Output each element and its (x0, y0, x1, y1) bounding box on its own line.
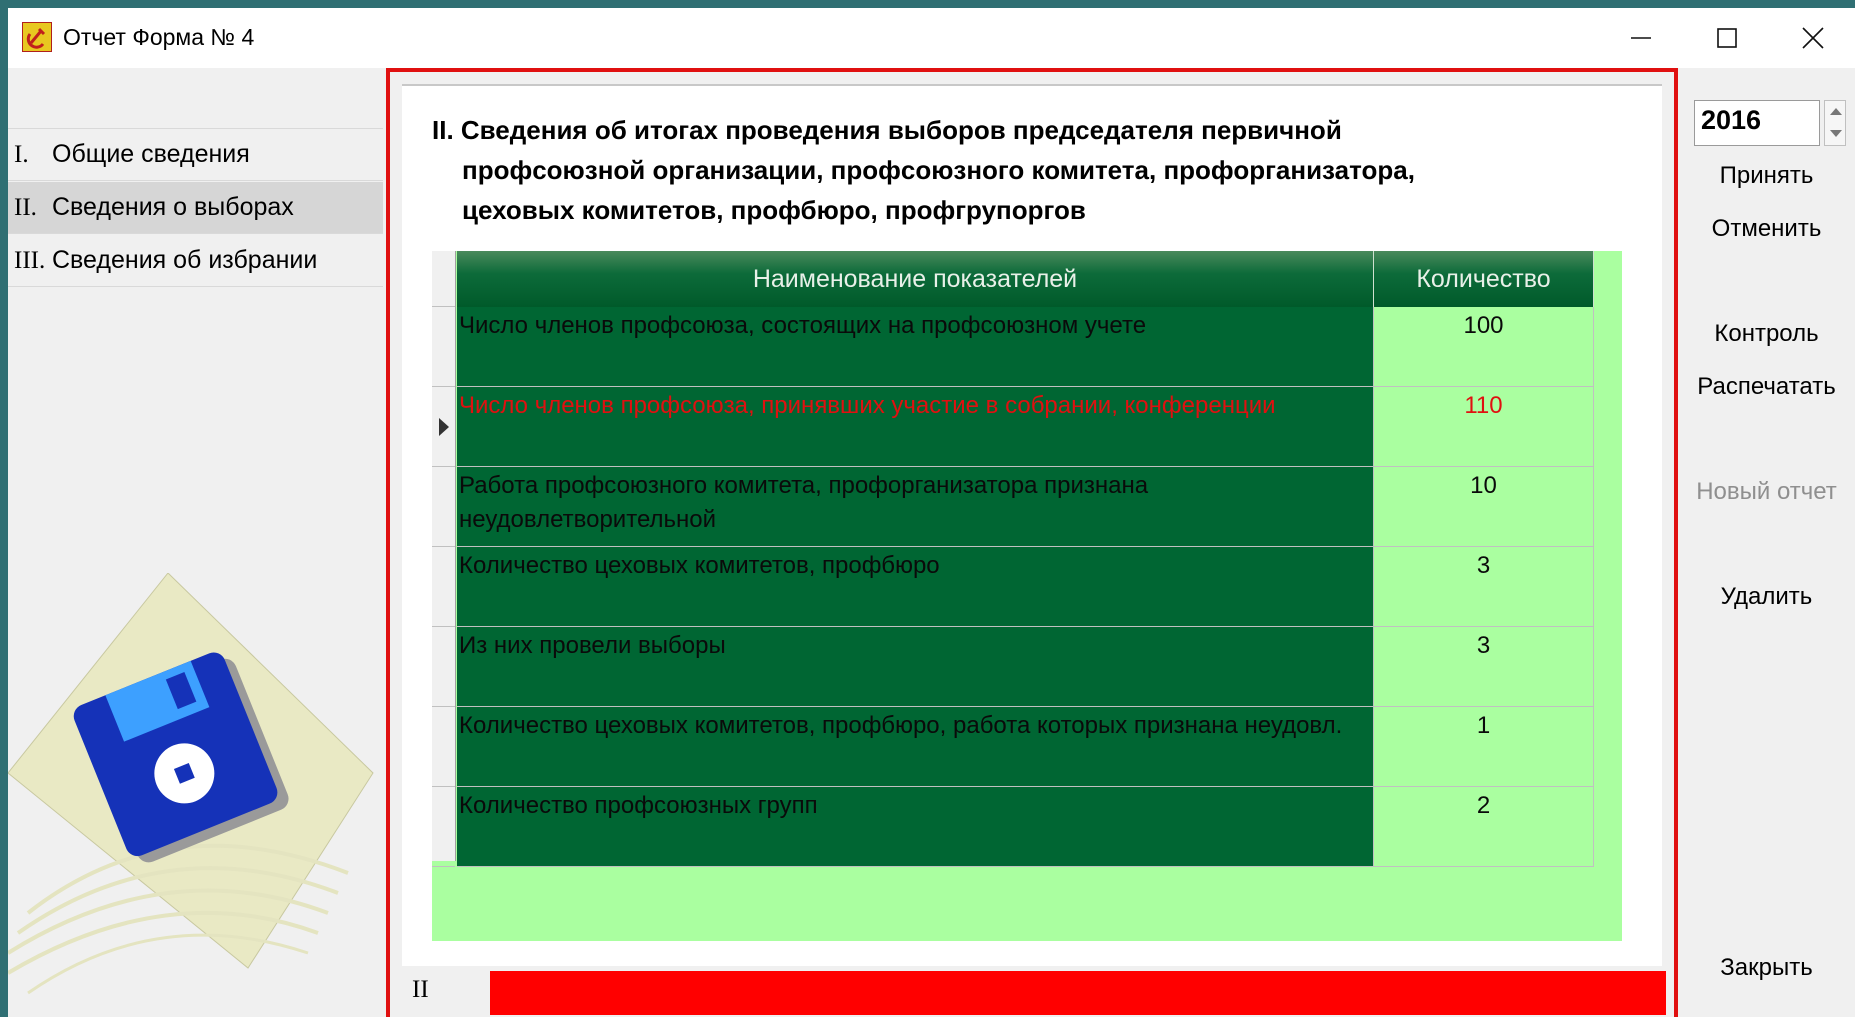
sidebar-item-label: Сведения об избрании (52, 246, 318, 274)
row-header[interactable] (432, 707, 455, 787)
table-cell-quantity[interactable]: 110 (1374, 387, 1594, 467)
row-header[interactable] (432, 307, 455, 387)
section-title-line: II. Сведения об итогах проведения выборо… (432, 115, 1342, 145)
accept-button[interactable]: Принять (1678, 162, 1855, 190)
column-header-name[interactable]: Наименование показателей (457, 251, 1374, 307)
table-cell-quantity[interactable]: 3 (1374, 547, 1594, 627)
row-pointer-icon[interactable] (432, 387, 455, 467)
row-header-corner (432, 251, 455, 307)
floppy-disk-clipart (8, 573, 374, 995)
sidebar-item-elections[interactable]: II. Сведения о выборах (8, 182, 383, 234)
title-bar[interactable]: Отчет Форма № 4 (8, 8, 1855, 68)
elections-data-grid[interactable]: Наименование показателей Количество Числ… (432, 251, 1622, 941)
close-button[interactable]: Закрыть (1678, 954, 1855, 982)
year-spinner[interactable] (1824, 100, 1846, 146)
window-title: Отчет Форма № 4 (63, 24, 255, 50)
section-title-line: цеховых комитетов, профбюро, профгрупорг… (462, 195, 1086, 225)
table-cell-quantity[interactable]: 100 (1374, 307, 1594, 387)
close-window-button[interactable] (1770, 8, 1855, 68)
sidebar-item-general[interactable]: I. Общие сведения (8, 129, 383, 181)
row-header[interactable] (432, 787, 455, 867)
section-title: II. Сведения об итогах проведения выборо… (432, 110, 1632, 230)
table-cell-quantity[interactable]: 2 (1374, 787, 1594, 867)
minimize-icon (1631, 37, 1651, 39)
table-cell-quantity[interactable]: 3 (1374, 627, 1594, 707)
row-header-column (432, 251, 456, 867)
column-header-quantity[interactable]: Количество (1374, 251, 1594, 307)
print-button[interactable]: Распечатать (1678, 373, 1855, 401)
spin-down-icon[interactable] (1830, 130, 1842, 137)
maximize-icon (1717, 28, 1737, 48)
row-header[interactable] (432, 547, 455, 627)
row-header[interactable] (432, 467, 455, 547)
sidebar-item-number: II. (14, 193, 37, 221)
sidebar-item-label: Общие сведения (52, 140, 250, 168)
table-cell-name[interactable]: Количество профсоюзных групп (457, 787, 1374, 867)
maximize-button[interactable] (1684, 8, 1770, 68)
status-error-indicator (490, 971, 1666, 1015)
section-title-line: профсоюзной организации, профсоюзного ко… (462, 155, 1415, 185)
sidebar-item-number: I. (14, 140, 29, 168)
table-cell-quantity[interactable]: 1 (1374, 707, 1594, 787)
actions-panel: 2016 Принять Отменить Контроль Распечата… (1678, 68, 1855, 1017)
table-cell-name[interactable]: Из них провели выборы (457, 627, 1374, 707)
main-frame: II. Сведения об итогах проведения выборо… (386, 68, 1678, 1017)
app-hammer-sickle-icon (22, 22, 52, 52)
table-cell-name[interactable]: Количество цеховых комитетов, профбюро, … (457, 707, 1374, 787)
year-input[interactable]: 2016 (1694, 100, 1820, 146)
control-button[interactable]: Контроль (1678, 320, 1855, 348)
sidebar-item-label: Сведения о выборах (52, 193, 294, 221)
minimize-button[interactable] (1598, 8, 1684, 68)
report-window: Отчет Форма № 4 I. Общие сведения II. Св… (8, 8, 1855, 1017)
close-icon (1802, 27, 1824, 49)
spin-up-icon[interactable] (1830, 108, 1842, 115)
sidebar: I. Общие сведения II. Сведения о выборах… (8, 68, 383, 1017)
status-section-label: II (412, 976, 429, 1003)
row-header[interactable] (432, 627, 455, 707)
table-cell-name[interactable]: Работа профсоюзного комитета, профоргани… (457, 467, 1374, 547)
table-cell-name[interactable]: Количество цеховых комитетов, профбюро (457, 547, 1374, 627)
table-cell-name[interactable]: Число членов профсоюза, состоящих на про… (457, 307, 1374, 387)
table-cell-quantity[interactable]: 10 (1374, 467, 1594, 547)
sidebar-item-election-results[interactable]: III. Сведения об избрании (8, 235, 383, 287)
table-cell-name[interactable]: Число членов профсоюза, принявших участи… (457, 387, 1374, 467)
status-bar: II (390, 968, 1674, 1017)
sidebar-item-number: III. (14, 246, 46, 274)
cancel-button[interactable]: Отменить (1678, 215, 1855, 243)
delete-button[interactable]: Удалить (1678, 583, 1855, 611)
new-report-button[interactable]: Новый отчет (1678, 478, 1855, 506)
section-panel: II. Сведения об итогах проведения выборо… (402, 84, 1662, 966)
